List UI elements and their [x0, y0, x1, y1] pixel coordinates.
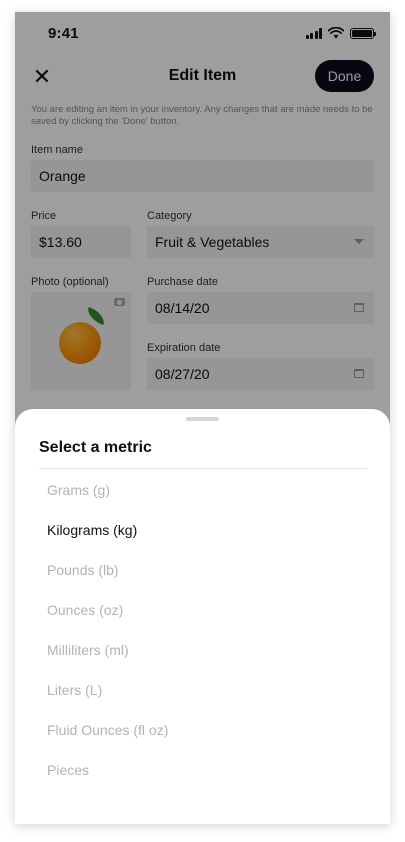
sheet-grabber[interactable]: [186, 417, 219, 421]
sheet-divider: [39, 468, 367, 469]
metric-option-pieces[interactable]: Pieces: [15, 750, 390, 790]
metric-option-fluid-ounces[interactable]: Fluid Ounces (fl oz): [15, 710, 390, 750]
metric-option-pounds[interactable]: Pounds (lb): [15, 550, 390, 590]
metric-bottom-sheet: Select a metric Grams (g) Kilograms (kg)…: [15, 409, 390, 824]
metric-option-kilograms[interactable]: Kilograms (kg): [15, 510, 390, 550]
metric-option-ounces[interactable]: Ounces (oz): [15, 590, 390, 630]
metric-option-milliliters[interactable]: Milliliters (ml): [15, 630, 390, 670]
metric-option-grams[interactable]: Grams (g): [15, 470, 390, 510]
sheet-title: Select a metric: [39, 439, 152, 456]
metric-option-liters[interactable]: Liters (L): [15, 670, 390, 710]
metric-list: Grams (g) Kilograms (kg) Pounds (lb) Oun…: [15, 470, 390, 790]
phone-screen: 9:41 ✕ Edit Item Done You are editing an…: [15, 12, 390, 824]
